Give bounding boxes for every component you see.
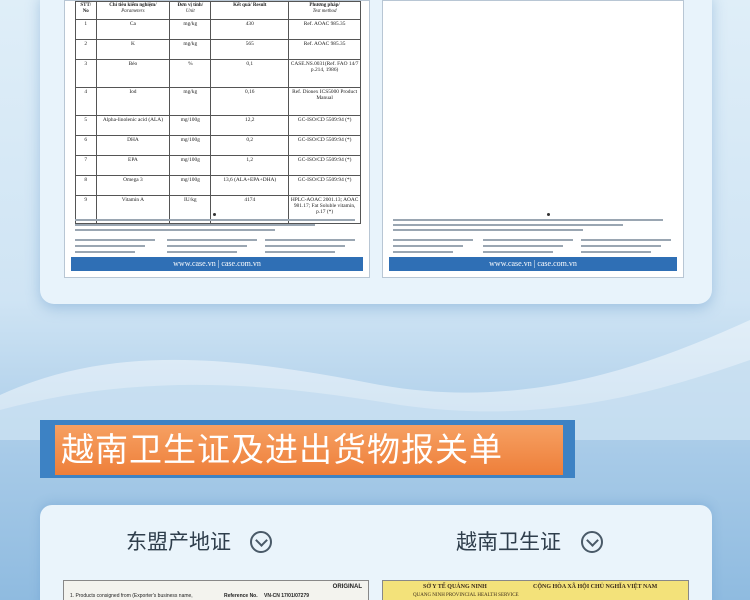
col-method: Phương pháp/Test method <box>288 1 361 20</box>
table-cell-method: GC-ISO/CD 5509:94 (*) <box>288 115 361 136</box>
table-cell-method: GC-ISO/CD 5509:94 (*) <box>288 175 361 196</box>
table-cell-unit: mg/kg <box>169 19 212 40</box>
table-cell-result: 565 <box>210 39 290 60</box>
table-cell-result: 0,2 <box>210 135 290 156</box>
table-row: 8 Omega 3 mg/100g 13,6 (ALA+EPA+DHA) GC-ISO/… <box>75 175 361 196</box>
table-cell-result: 12,2 <box>210 115 290 136</box>
asean-origin-certificate: ORIGINAL 1. Products consigned from (Exp… <box>63 580 369 600</box>
table-cell-unit: mg/100g <box>169 135 212 156</box>
table-cell-stt: 6 <box>75 135 97 156</box>
table-cell-unit: mg/100g <box>169 155 212 176</box>
website-strip: www.case.vn | case.com.vn <box>389 257 677 271</box>
table-cell-result: 430 <box>210 19 290 40</box>
col-result: Kết quả/ Result <box>210 1 290 20</box>
table-cell-method: Ref. AOAC 985.35 <box>288 39 361 60</box>
col-unit: Đơn vị tính/Unit <box>169 1 212 20</box>
table-row: 7 EPA mg/100g 1,2 GC-ISO/CD 5509:94 (*) <box>75 155 361 176</box>
table-header-row: STT/ No Chỉ tiêu kiểm nghiệm/Parameters … <box>75 1 361 20</box>
table-row: 4 Iod mg/kg 0,16 Ref. Dionex ICS5000 Product… <box>75 87 361 116</box>
table-cell-result: 0,16 <box>210 87 290 116</box>
page-dot <box>213 213 216 216</box>
table-row: 3 Béo% 0,1 CASE.NS.0031(Ref. FAO 14/7 p.214… <box>75 59 361 88</box>
table-cell-stt: 5 <box>75 115 97 136</box>
table-cell-param: Alpha-linolenic acid (ALA) <box>95 115 171 136</box>
issuer-name: SỞ Y TẾ QUẢNG NINH <box>423 584 487 590</box>
table-cell-method: CASE.NS.0031(Ref. FAO 14/7 p.214, 1986) <box>288 59 361 88</box>
table-row: 2 Kmg/kg 565 Ref. AOAC 985.35 <box>75 39 361 60</box>
table-cell-unit: % <box>169 59 212 88</box>
table-cell-stt: 4 <box>75 87 97 116</box>
test-report-document-left: STT/ No Chỉ tiêu kiểm nghiệm/Parameters … <box>64 0 370 278</box>
table-cell-param: Iod <box>95 87 171 116</box>
table-cell-method: Ref. Dionex ICS5000 Product Manual <box>288 87 361 116</box>
exporter-field-label: 1. Products consigned from (Exporter's b… <box>70 593 193 599</box>
col-stt: STT/ No <box>75 1 97 20</box>
asean-origin-cert-label: 东盟产地证 <box>126 530 231 554</box>
section-heading: 越南卫生证及进出货物报关单 <box>55 425 563 475</box>
chevron-down-icon[interactable] <box>581 531 603 553</box>
table-cell-method: Ref. AOAC 985.35 <box>288 19 361 40</box>
table-cell-stt: 7 <box>75 155 97 176</box>
table-cell-param: K <box>95 39 171 60</box>
vietnam-health-certificate: SỞ Y TẾ QUẢNG NINH CỘNG HÒA XÃ HỘI CHỦ N… <box>382 580 689 600</box>
col-parameters: Chỉ tiêu kiểm nghiệm/Parameters <box>95 1 171 20</box>
table-cell-param: Ca <box>95 19 171 40</box>
table-cell-param: Omega 3 <box>95 175 171 196</box>
table-cell-result: 0,1 <box>210 59 290 88</box>
website-strip: www.case.vn | case.com.vn <box>71 257 363 271</box>
table-cell-method: GC-ISO/CD 5509:94 (*) <box>288 135 361 156</box>
page-dot <box>547 213 550 216</box>
test-report-document-right: www.case.vn | case.com.vn <box>382 0 684 278</box>
table-cell-stt: 1 <box>75 19 97 40</box>
test-results-table: STT/ No Chỉ tiêu kiểm nghiệm/Parameters … <box>75 1 361 224</box>
table-cell-method: GC-ISO/CD 5509:94 (*) <box>288 155 361 176</box>
reference-number: VN-CN 17/01/07279 <box>264 593 310 599</box>
table-cell-unit: mg/kg <box>169 87 212 116</box>
table-cell-result: 13,6 (ALA+EPA+DHA) <box>210 175 290 196</box>
wave-decoration <box>0 320 750 440</box>
table-cell-result: 1,2 <box>210 155 290 176</box>
issuer-name-en: QUANG NINH PROVINCIAL HEALTH SERVICE <box>413 593 519 598</box>
table-row: 5 Alpha-linolenic acid (ALA) mg/100g 12,2 GC… <box>75 115 361 136</box>
table-cell-param: EPA <box>95 155 171 176</box>
reference-label: Reference No. <box>224 593 258 599</box>
table-cell-param: Béo <box>95 59 171 88</box>
table-cell-stt: 2 <box>75 39 97 60</box>
table-row: 6 DHA mg/100g 0,2 GC-ISO/CD 5509:94 (*) <box>75 135 361 156</box>
vietnam-health-cert-label: 越南卫生证 <box>456 530 561 554</box>
table-cell-unit: mg/100g <box>169 175 212 196</box>
chevron-down-icon[interactable] <box>250 531 272 553</box>
table-cell-stt: 3 <box>75 59 97 88</box>
table-cell-param: DHA <box>95 135 171 156</box>
table-cell-stt: 8 <box>75 175 97 196</box>
table-cell-unit: mg/kg <box>169 39 212 60</box>
country-heading: CỘNG HÒA XÃ HỘI CHỦ NGHĨA VIỆT NAM <box>533 584 658 590</box>
table-cell-unit: mg/100g <box>169 115 212 136</box>
original-stamp: ORIGINAL <box>332 584 362 590</box>
table-row: 1 Ca mg/kg 430 Ref. AOAC 985.35 <box>75 19 361 40</box>
